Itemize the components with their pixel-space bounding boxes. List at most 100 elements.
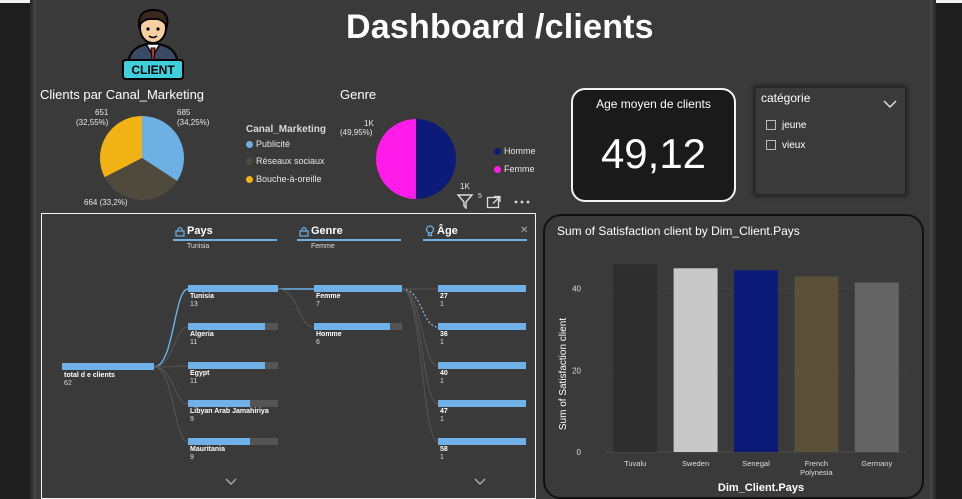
- chevron-down-icon[interactable]: [883, 100, 897, 109]
- satisfaction-bar-chart[interactable]: 0 20 40 Tuvalu Sweden Senegal FrenchPolynesia G…: [545, 216, 926, 499]
- tree-node-value: 13: [190, 301, 198, 308]
- tree-node-bar[interactable]: [438, 400, 526, 407]
- tree-node-bar[interactable]: [438, 323, 526, 330]
- chevron-down-icon[interactable]: [474, 478, 486, 486]
- close-icon[interactable]: ✕: [520, 225, 528, 236]
- y-tick-label: 40: [572, 285, 581, 294]
- lock-icon: [299, 226, 309, 237]
- bar-senegal[interactable]: [734, 270, 778, 452]
- tree-header-age[interactable]: Âge: [437, 225, 458, 237]
- tree-node-label: Algeria: [190, 331, 214, 338]
- tree-node-bar[interactable]: [438, 438, 526, 445]
- slicer-option-label: vieux: [782, 140, 806, 151]
- checkbox[interactable]: [766, 120, 776, 131]
- kpi-value: 49,12: [600, 130, 707, 177]
- tree-node-value: 7: [316, 301, 320, 308]
- tree-node-value: 1: [440, 454, 444, 461]
- tree-root-value: 62: [64, 380, 72, 387]
- x-tick-label: Senegal: [742, 459, 770, 468]
- tree-node-label: 58: [440, 446, 448, 453]
- tree-header-underline: [173, 239, 277, 241]
- tree-node-value: 11: [190, 378, 198, 385]
- slicer-option-jeune[interactable]: jeune: [766, 120, 806, 131]
- tree-node-label: Libyan Arab Jamahiriya: [190, 408, 269, 415]
- tree-node-bar[interactable]: [188, 323, 265, 330]
- tree-node-label: 36: [440, 331, 448, 338]
- legend-item-femme[interactable]: Femme: [494, 164, 535, 174]
- tree-node-bar[interactable]: [314, 323, 390, 330]
- genre-label-top: 1K: [364, 119, 374, 128]
- tree-root-label: total d e clients: [64, 372, 115, 379]
- x-tick-label: Germany: [861, 459, 892, 468]
- lock-icon: [175, 226, 185, 237]
- tree-header-genre[interactable]: Genre: [311, 225, 343, 237]
- tree-node-label: Homme: [316, 331, 342, 338]
- y-tick-label: 0: [577, 448, 582, 457]
- tree-node-bar[interactable]: [188, 362, 265, 369]
- lightbulb-icon: [425, 225, 435, 237]
- tree-node-bar[interactable]: [188, 285, 278, 292]
- bar-french-polynesia[interactable]: [794, 276, 839, 452]
- tree-node-value: 1: [440, 416, 444, 423]
- tree-node-label: Egypt: [190, 370, 210, 377]
- genre-label-bottom: 1K: [460, 182, 470, 191]
- tree-node-bar[interactable]: [188, 438, 250, 445]
- focus-mode-icon[interactable]: [486, 195, 502, 209]
- genre-slice-1[interactable]: [375, 119, 416, 199]
- slicer-title: catégorie: [761, 91, 811, 105]
- x-axis-label: Dim_Client.Pays: [718, 482, 804, 494]
- tree-node-value: 9: [190, 454, 194, 461]
- more-options-icon[interactable]: [513, 199, 531, 205]
- y-tick-label: 20: [572, 366, 581, 375]
- tree-node-label: Mauritania: [190, 446, 226, 453]
- genre-label-top-pct: (49,95%): [340, 128, 373, 137]
- tree-root-bar[interactable]: [62, 363, 154, 370]
- tree-node-bar[interactable]: [188, 400, 250, 407]
- legend-dot-icon: [494, 148, 501, 156]
- tree-node-value: 1: [440, 339, 444, 346]
- tree-node-value: 1: [440, 378, 444, 385]
- legend-label: Homme: [504, 146, 536, 156]
- tree-node-bar[interactable]: [314, 285, 402, 292]
- x-tick-label: Tuvalu: [624, 459, 646, 468]
- filter-icon[interactable]: [456, 193, 474, 209]
- tree-connectors: [153, 288, 439, 443]
- bar-sweden[interactable]: [673, 268, 718, 452]
- x-tick-label: Sweden: [682, 459, 709, 468]
- tree-node-label: Tunisia: [190, 293, 214, 300]
- tree-node-value: 11: [190, 339, 198, 346]
- tree-node-value: 9: [190, 416, 194, 423]
- kpi-card: Age moyen de clients 49,12: [571, 88, 736, 202]
- tree-header-sub: Tunisia: [187, 243, 210, 250]
- tree-header-underline: [297, 239, 401, 241]
- tree-header-pays[interactable]: Pays: [187, 225, 213, 237]
- kpi-label: Age moyen de clients: [596, 97, 711, 111]
- legend-label: Femme: [504, 164, 535, 174]
- categorie-slicer: catégorie jeune vieux: [755, 87, 906, 195]
- tree-node-label: 47: [440, 408, 448, 415]
- tree-node-label: Femme: [316, 293, 341, 300]
- x-tick-label: Polynesia: [800, 468, 833, 477]
- bar-tuvalu[interactable]: [613, 264, 658, 452]
- legend-dot-icon: [494, 166, 501, 174]
- genre-label-bottom-suffix: 5: [478, 193, 482, 200]
- decomposition-tree: Pays Tunisia Genre Femme Âge ✕ total d e…: [41, 213, 536, 499]
- slicer-option-label: jeune: [782, 120, 807, 131]
- tree-node-label: 27: [440, 293, 448, 300]
- x-tick-label: French: [805, 459, 828, 468]
- tree-node-bar[interactable]: [438, 362, 526, 369]
- tree-node-value: 6: [316, 339, 320, 346]
- tree-node-value: 1: [440, 301, 444, 308]
- y-axis-label: Sum of Satisfaction client: [558, 318, 569, 430]
- tree-header-sub: Femme: [311, 243, 335, 250]
- genre-slice-0[interactable]: [415, 119, 456, 199]
- chevron-down-icon[interactable]: [225, 478, 237, 486]
- legend-item-homme[interactable]: Homme: [494, 146, 536, 156]
- satisfaction-bar-panel: Sum of Satisfaction client by Dim_Client…: [543, 214, 924, 499]
- checkbox[interactable]: [766, 140, 776, 151]
- tree-node-label: 40: [440, 370, 448, 377]
- tree-node-bar[interactable]: [438, 285, 526, 292]
- slicer-option-vieux[interactable]: vieux: [766, 140, 805, 151]
- bar-germany[interactable]: [854, 282, 899, 452]
- tree-header-underline: [423, 239, 527, 241]
